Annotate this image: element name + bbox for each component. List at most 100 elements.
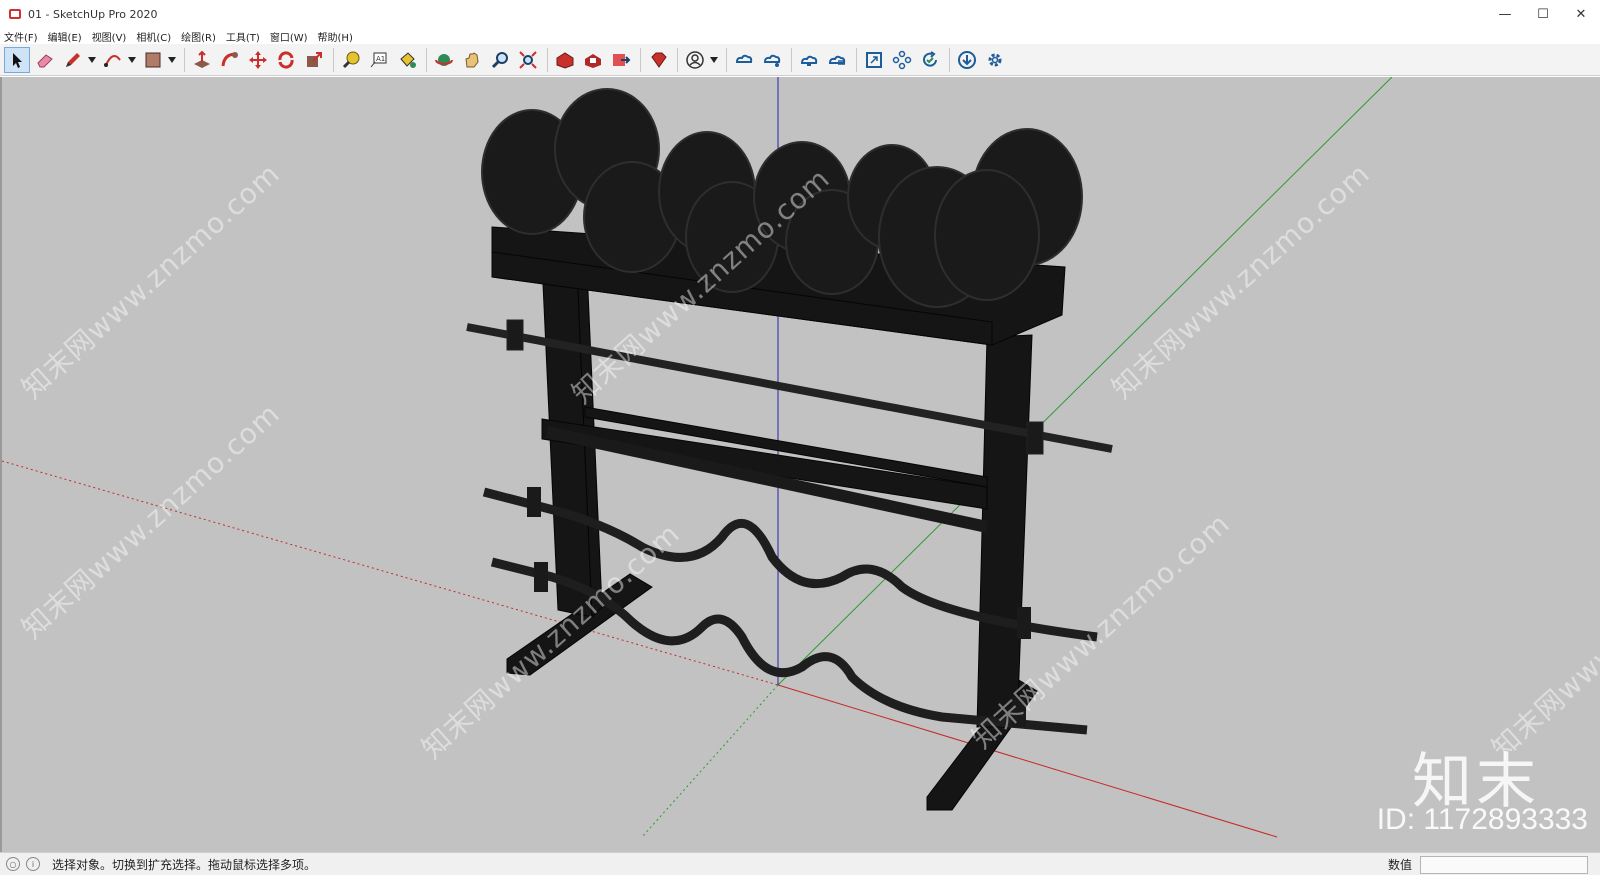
zoom-tool-button[interactable]	[487, 47, 513, 73]
pencil-icon	[66, 52, 80, 67]
move-icon	[249, 50, 267, 69]
sketchup-logo-icon	[9, 9, 21, 19]
orbit-icon	[435, 53, 453, 66]
menu-edit[interactable]: 编辑(E)	[48, 29, 82, 44]
title-bar: 01 - SketchUp Pro 2020 — ☐ ✕	[0, 0, 1600, 28]
follow-me-tool-button[interactable]	[217, 47, 243, 73]
toolbar-separator	[426, 47, 427, 72]
cloud-sync-button[interactable]	[824, 47, 850, 73]
cloud-upload-button[interactable]	[796, 47, 822, 73]
account-dropdown[interactable]	[710, 47, 718, 73]
toolbar-separator	[640, 47, 641, 72]
green-axis-dotted	[641, 684, 779, 838]
arc-icon	[104, 54, 121, 67]
eraser-icon	[37, 53, 53, 67]
measurements-input[interactable]	[1420, 855, 1588, 874]
orbit-tool-button[interactable]	[431, 47, 457, 73]
zoom-icon	[491, 51, 508, 68]
gear-icon	[988, 53, 1002, 66]
text-tool-button[interactable]: A1	[366, 47, 392, 73]
menu-bar: 文件(F) 编辑(E) 视图(V) 相机(C) 绘图(R) 工具(T) 窗口(W…	[0, 28, 1600, 44]
cloud-sync-icon	[828, 55, 846, 65]
arc-dropdown[interactable]	[128, 47, 136, 73]
paint-bucket-tool-button[interactable]	[394, 47, 420, 73]
fullscreen-icon	[866, 51, 882, 68]
extension-warehouse-icon	[585, 53, 601, 68]
pencil-tool-button[interactable]	[60, 47, 86, 73]
window-controls: — ☐ ✕	[1486, 0, 1600, 28]
download-button[interactable]	[954, 47, 980, 73]
toolbar-separator	[791, 47, 792, 72]
geo-location-icon[interactable]: ○	[6, 857, 20, 871]
scale-icon	[307, 51, 322, 67]
scale-tool-button[interactable]	[301, 47, 327, 73]
send-to-layout-button[interactable]	[608, 47, 634, 73]
components-button[interactable]	[889, 47, 915, 73]
ruby-console-icon	[651, 52, 667, 68]
toolbar-separator	[726, 47, 727, 72]
measurements-box: 数值	[1388, 855, 1588, 874]
main-toolbar: A1	[0, 44, 1600, 76]
follow-me-icon	[221, 51, 238, 66]
svg-text:A1: A1	[376, 55, 385, 63]
menu-file[interactable]: 文件(F)	[4, 29, 38, 44]
minimize-button[interactable]: —	[1486, 0, 1524, 28]
chevron-down-icon	[88, 56, 96, 63]
push-pull-tool-button[interactable]	[189, 47, 215, 73]
barbell-collar	[1026, 421, 1044, 455]
zoom-extents-tool-button[interactable]	[515, 47, 541, 73]
menu-view[interactable]: 视图(V)	[92, 29, 127, 44]
menu-draw[interactable]: 绘图(R)	[181, 29, 216, 44]
settings-button[interactable]	[982, 47, 1008, 73]
id-watermark: ID: 1172893333	[1376, 803, 1588, 836]
refresh-icon	[923, 50, 937, 67]
toolbar-separator	[856, 47, 857, 72]
close-button[interactable]: ✕	[1562, 0, 1600, 28]
zoom-extents-icon	[519, 50, 537, 69]
toolbar-separator	[184, 47, 185, 72]
refresh-button[interactable]	[917, 47, 943, 73]
maximize-button[interactable]: ☐	[1524, 0, 1562, 28]
ez-bar-collar	[534, 562, 548, 592]
rotate-tool-button[interactable]	[273, 47, 299, 73]
ruby-console-button[interactable]	[645, 47, 671, 73]
status-bar: ○ i 选择对象。切换到扩充选择。拖动鼠标选择多项。 数值	[0, 852, 1600, 875]
toolbar-separator	[333, 47, 334, 72]
toolbar-separator	[949, 47, 950, 72]
measurements-label: 数值	[1387, 858, 1412, 872]
pan-icon	[465, 51, 479, 67]
send-to-layout-icon	[613, 53, 631, 66]
warehouse-icon	[556, 51, 574, 69]
move-tool-button[interactable]	[245, 47, 271, 73]
rectangle-tool-button[interactable]	[140, 47, 166, 73]
pencil-dropdown[interactable]	[88, 47, 96, 73]
select-tool-button[interactable]	[4, 46, 30, 73]
menu-camera[interactable]: 相机(C)	[136, 29, 171, 44]
menu-help[interactable]: 帮助(H)	[318, 29, 353, 44]
modeling-viewport[interactable]: 知末网www.znzmo.com 知末网www.znzmo.com 知末网www…	[0, 77, 1600, 852]
menu-window[interactable]: 窗口(W)	[270, 29, 308, 44]
account-icon	[686, 50, 704, 69]
trimble-connect-icon	[735, 54, 753, 63]
tape-measure-tool-button[interactable]	[338, 47, 364, 73]
window-title: 01 - SketchUp Pro 2020	[28, 7, 158, 21]
eraser-tool-button[interactable]	[32, 47, 58, 73]
pan-tool-button[interactable]	[459, 47, 485, 73]
chevron-down-icon	[128, 56, 136, 63]
fullscreen-button[interactable]	[861, 47, 887, 73]
info-icon[interactable]: i	[26, 857, 40, 871]
share-button[interactable]	[759, 47, 785, 73]
cloud-upload-icon	[800, 55, 818, 66]
warehouse-button[interactable]	[552, 47, 578, 73]
trimble-connect-button[interactable]	[731, 47, 757, 73]
chevron-down-icon	[710, 56, 718, 63]
rectangle-dropdown[interactable]	[168, 47, 176, 73]
account-button[interactable]	[682, 47, 708, 73]
status-message: 选择对象。切换到扩充选择。拖动鼠标选择多项。	[52, 857, 317, 872]
menu-tools[interactable]: 工具(T)	[226, 29, 260, 44]
extension-warehouse-button[interactable]	[580, 47, 606, 73]
rectangle-icon	[145, 52, 161, 67]
push-pull-icon	[194, 50, 210, 68]
arc-tool-button[interactable]	[100, 47, 126, 73]
toolbar-separator	[547, 47, 548, 72]
